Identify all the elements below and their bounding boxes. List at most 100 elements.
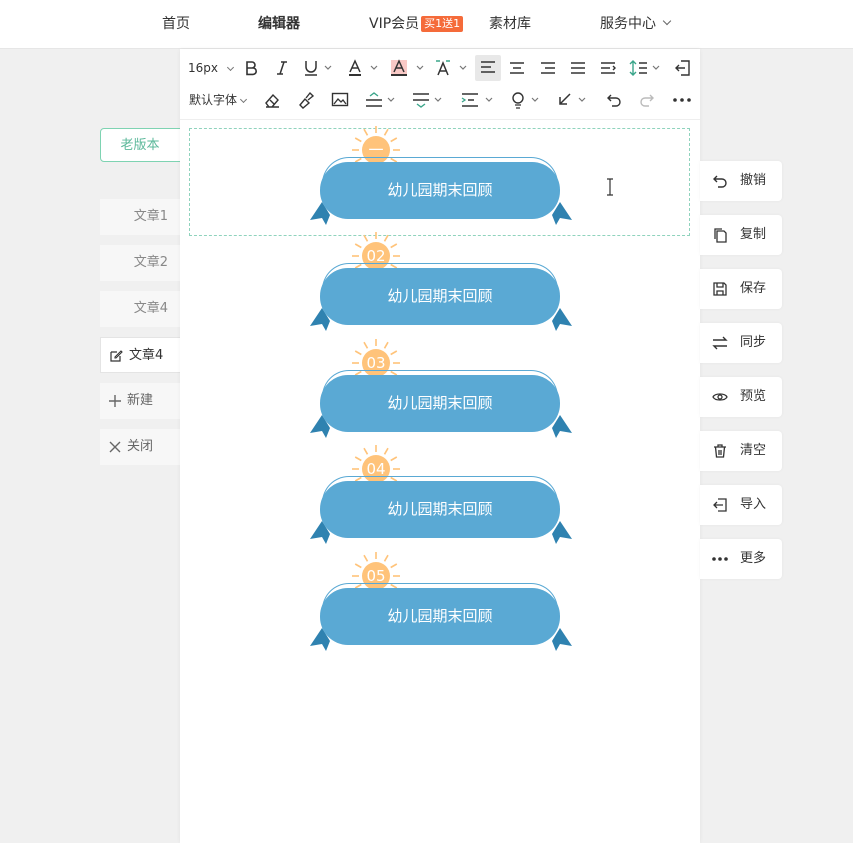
- doc-item[interactable]: 文章4: [100, 291, 182, 327]
- exit-icon: [675, 60, 690, 76]
- indent-button[interactable]: [599, 57, 617, 79]
- editor-toolbar: 16px 默认字体: [180, 49, 700, 120]
- trash-icon: [714, 444, 726, 458]
- letter-spacing-button[interactable]: [460, 89, 496, 111]
- line-height-button[interactable]: [628, 57, 662, 79]
- editor-canvas[interactable]: 一幼儿园期末回顾 02 幼儿园期末回顾 03 幼儿园期末回顾 04 幼儿园期末回顾 05 幼儿园…: [180, 119, 700, 843]
- preview-action-label: 预览: [740, 389, 767, 404]
- align-justify-icon: [571, 62, 585, 74]
- close-icon: [109, 441, 121, 453]
- align-left-icon: [481, 61, 495, 73]
- font-family-value: 默认字体: [189, 93, 238, 107]
- italic-button[interactable]: [274, 57, 290, 79]
- paragraph-spacing-before-button[interactable]: [365, 89, 399, 111]
- title-item[interactable]: 04 幼儿园期末回顾: [310, 443, 572, 553]
- font-color-button[interactable]: [347, 57, 379, 79]
- new-doc-label: 新建: [127, 393, 154, 408]
- nav-vip[interactable]: VIP会员 买1送1: [369, 14, 464, 34]
- more-action-button[interactable]: 更多: [700, 539, 782, 579]
- banner-title: 幼儿园期末回顾: [387, 394, 493, 412]
- background-color-icon: [391, 59, 424, 76]
- doc-item-active[interactable]: 文章4: [100, 337, 182, 373]
- doc-item-label: 文章4: [133, 301, 168, 316]
- align-left-button[interactable]: [475, 55, 501, 81]
- vip-promo-badge: 买1送1: [421, 16, 464, 32]
- paragraph-spacing-before-icon: [366, 92, 395, 107]
- new-doc-button[interactable]: 新建: [100, 383, 182, 419]
- title-item[interactable]: 02 幼儿园期末回顾: [310, 230, 572, 340]
- font-color-icon: [349, 59, 378, 76]
- undo-button[interactable]: [605, 89, 623, 111]
- copy-action-button[interactable]: 复制: [700, 215, 782, 255]
- save-action-button[interactable]: 保存: [700, 269, 782, 309]
- title-item[interactable]: 一幼儿园期末回顾: [310, 124, 572, 234]
- save-action-label: 保存: [740, 281, 767, 296]
- plus-icon: [109, 395, 121, 407]
- save-icon: [713, 282, 727, 296]
- link-icon: [559, 93, 586, 105]
- doc-item[interactable]: 文章2: [100, 245, 182, 281]
- chevron-down-icon: [226, 63, 234, 72]
- close-doc-label: 关闭: [127, 439, 154, 454]
- redo-button[interactable]: [638, 89, 656, 111]
- undo-action-button[interactable]: 撤销: [700, 161, 782, 201]
- underline-icon: [305, 61, 332, 76]
- eye-icon: [712, 393, 728, 401]
- preview-action-button[interactable]: 预览: [700, 377, 782, 417]
- undo-action-label: 撤销: [740, 173, 767, 188]
- banner-title: 幼儿园期末回顾: [387, 287, 493, 305]
- sync-action-button[interactable]: 同步: [700, 323, 782, 363]
- align-center-button[interactable]: [508, 57, 526, 79]
- format-brush-button[interactable]: [297, 89, 315, 111]
- edit-icon: [110, 350, 123, 362]
- nav-vip-label: VIP会员: [369, 16, 420, 32]
- nav-home[interactable]: 首页: [162, 14, 190, 34]
- background-color-button[interactable]: [390, 57, 426, 79]
- align-right-icon: [541, 62, 555, 74]
- font-size-value: 16px: [188, 61, 218, 75]
- eraser-button[interactable]: [263, 89, 281, 111]
- bold-button[interactable]: [243, 57, 259, 79]
- chevron-down-icon: [662, 16, 672, 26]
- emoji-button[interactable]: [510, 89, 542, 111]
- banner-title: 幼儿园期末回顾: [387, 500, 493, 518]
- more-tools-button[interactable]: [672, 89, 692, 111]
- clear-action-button[interactable]: 清空: [700, 431, 782, 471]
- doc-item-label: 文章1: [133, 209, 168, 224]
- exit-button[interactable]: [674, 57, 692, 79]
- more-action-label: 更多: [740, 551, 767, 566]
- nav-materials[interactable]: 素材库: [489, 14, 531, 34]
- close-doc-button[interactable]: 关闭: [100, 429, 182, 465]
- clear-action-label: 清空: [740, 443, 767, 458]
- more-icon: [712, 557, 728, 561]
- indent-icon: [601, 62, 616, 74]
- align-center-icon: [510, 62, 524, 74]
- import-action-label: 导入: [740, 497, 767, 512]
- old-version-button[interactable]: 老版本: [100, 128, 186, 162]
- align-right-button[interactable]: [539, 57, 557, 79]
- format-brush-icon: [299, 91, 315, 109]
- align-justify-button[interactable]: [569, 57, 587, 79]
- undo-icon: [713, 175, 727, 188]
- link-button[interactable]: [557, 89, 589, 111]
- title-item[interactable]: 03 幼儿园期末回顾: [310, 337, 572, 447]
- doc-item[interactable]: 文章1: [100, 199, 182, 235]
- font-size-select[interactable]: 16px: [188, 57, 234, 79]
- nav-service[interactable]: 服务中心: [600, 14, 672, 34]
- nav-editor[interactable]: 编辑器: [258, 14, 300, 34]
- doc-item-label: 文章2: [133, 255, 168, 270]
- clear-format-button[interactable]: [434, 57, 468, 79]
- letter-spacing-icon: [461, 93, 493, 107]
- clear-format-icon: [436, 60, 467, 76]
- title-item[interactable]: 05 幼儿园期末回顾: [310, 550, 572, 660]
- nav-service-label: 服务中心: [600, 16, 656, 32]
- banner-title: 幼儿园期末回顾: [387, 181, 493, 199]
- top-navigation: 首页 编辑器 VIP会员 买1送1 素材库 服务中心: [0, 0, 853, 49]
- image-button[interactable]: [331, 89, 349, 111]
- import-action-button[interactable]: 导入: [700, 485, 782, 525]
- sync-action-label: 同步: [740, 335, 767, 350]
- editor-panel: 16px 默认字体 一幼儿园期末回顾 02 幼儿园期末回顾 03 幼儿园期末回顾 04 幼儿…: [180, 49, 700, 843]
- font-family-select[interactable]: 默认字体: [189, 89, 247, 111]
- underline-button[interactable]: [303, 57, 333, 79]
- paragraph-spacing-after-button[interactable]: [412, 89, 446, 111]
